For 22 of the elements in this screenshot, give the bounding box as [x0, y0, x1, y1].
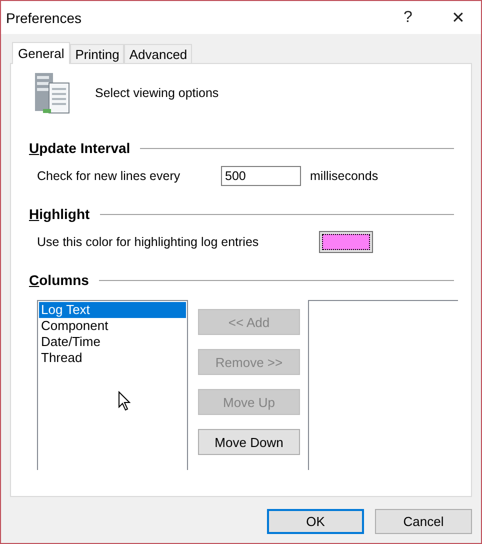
tab[interactable]: Printing	[70, 44, 124, 63]
list-item[interactable]: Component	[39, 318, 186, 334]
interval-label: Check for new lines every	[37, 169, 182, 183]
dialog-button[interactable]: OK	[267, 509, 364, 534]
close-button[interactable]: ✕	[435, 2, 481, 32]
unit-label: milliseconds	[310, 169, 378, 183]
column-action-button[interactable]: Move Down	[198, 429, 300, 455]
interval-field[interactable]: 500	[221, 166, 301, 186]
window-title: Preferences	[6, 10, 82, 26]
section-heading: Highlight	[29, 206, 90, 222]
help-button[interactable]: ?	[385, 2, 431, 32]
list-item[interactable]: Date/Time	[39, 334, 186, 350]
section-heading: Update Interval	[29, 140, 130, 156]
header-text: Select viewing options	[95, 86, 219, 100]
highlight-label: Use this color for highlighting log entries	[37, 235, 260, 249]
section-heading: Columns	[29, 272, 89, 288]
dialog-button[interactable]: Cancel	[375, 509, 472, 534]
tab[interactable]: Advanced	[124, 44, 192, 63]
mouse-cursor-icon	[118, 391, 132, 411]
tab[interactable]: General	[12, 42, 70, 64]
list-item[interactable]: Log Text	[39, 302, 186, 318]
list-item[interactable]: Thread	[39, 350, 186, 366]
